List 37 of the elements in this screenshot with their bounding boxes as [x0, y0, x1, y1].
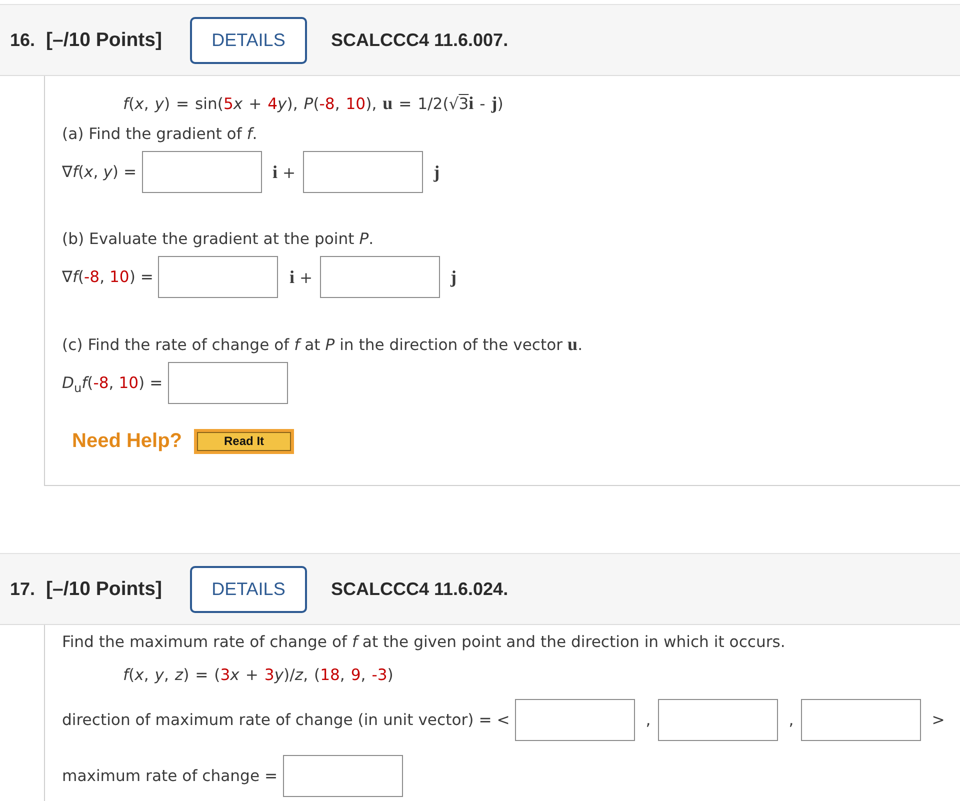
- answer-field[interactable]: [320, 256, 440, 298]
- math-symbol: >: [932, 710, 945, 730]
- answer-field[interactable]: [800, 699, 921, 741]
- math-symbol: j: [434, 162, 440, 182]
- need-help-label: Need Help?: [72, 431, 182, 451]
- math-symbol: i +: [272, 162, 296, 182]
- math-symbol: ,: [646, 710, 651, 730]
- math-symbol: j: [450, 266, 457, 288]
- prompt-text: Find the maximum rate of change of f at the given point and the direction in which it occurs.: [62, 632, 786, 652]
- read-it-button[interactable]: Read It: [194, 428, 294, 454]
- prompt-text: (c) Find the rate of change of f at P in the direction of the vector u.: [62, 334, 584, 355]
- question-number: 16.: [10, 30, 36, 50]
- answer-field[interactable]: [658, 699, 778, 741]
- answer-field[interactable]: [168, 362, 288, 404]
- points-label: [–/10 Points]: [46, 578, 162, 600]
- details-button[interactable]: DETAILS: [190, 16, 307, 64]
- answer-field[interactable]: [302, 151, 423, 193]
- problem-code: SCALCCC4 11.6.007.: [330, 30, 508, 50]
- details-button[interactable]: DETAILS: [190, 566, 307, 612]
- math-symbol: ,: [788, 710, 794, 730]
- answer-field[interactable]: [142, 151, 262, 193]
- prompt-text: (a) Find the gradient of f.: [62, 124, 258, 144]
- equation-label: ∇f(x, y) =: [62, 162, 137, 182]
- answer-field[interactable]: [282, 755, 403, 797]
- equation-label: ∇f(-8, 10) =: [62, 267, 154, 287]
- equation-label: D$_{u}$f(-8, 10) =: [62, 373, 163, 393]
- points-label: [–/10 Points]: [46, 28, 162, 52]
- problem-code: SCALCCC4 11.6.024.: [330, 578, 508, 600]
- equation-label: direction of maximum rate of change (in unit vector) = <: [62, 710, 510, 730]
- answer-field[interactable]: [158, 256, 278, 298]
- answer-field[interactable]: [514, 699, 635, 741]
- formula-text: f(x, y, z) = (3x + 3y)/z, (18, 9, -3): [123, 665, 394, 685]
- question-number: 17.: [10, 578, 36, 600]
- formula-text: f(x, y) = sin(5x + 4y), P(-8, 10), u = 1/2(√3i - j): [123, 93, 504, 114]
- equation-label: maximum rate of change =: [62, 766, 278, 786]
- math-symbol: i +: [289, 266, 313, 288]
- prompt-text: (b) Evaluate the gradient at the point P.: [62, 229, 375, 249]
